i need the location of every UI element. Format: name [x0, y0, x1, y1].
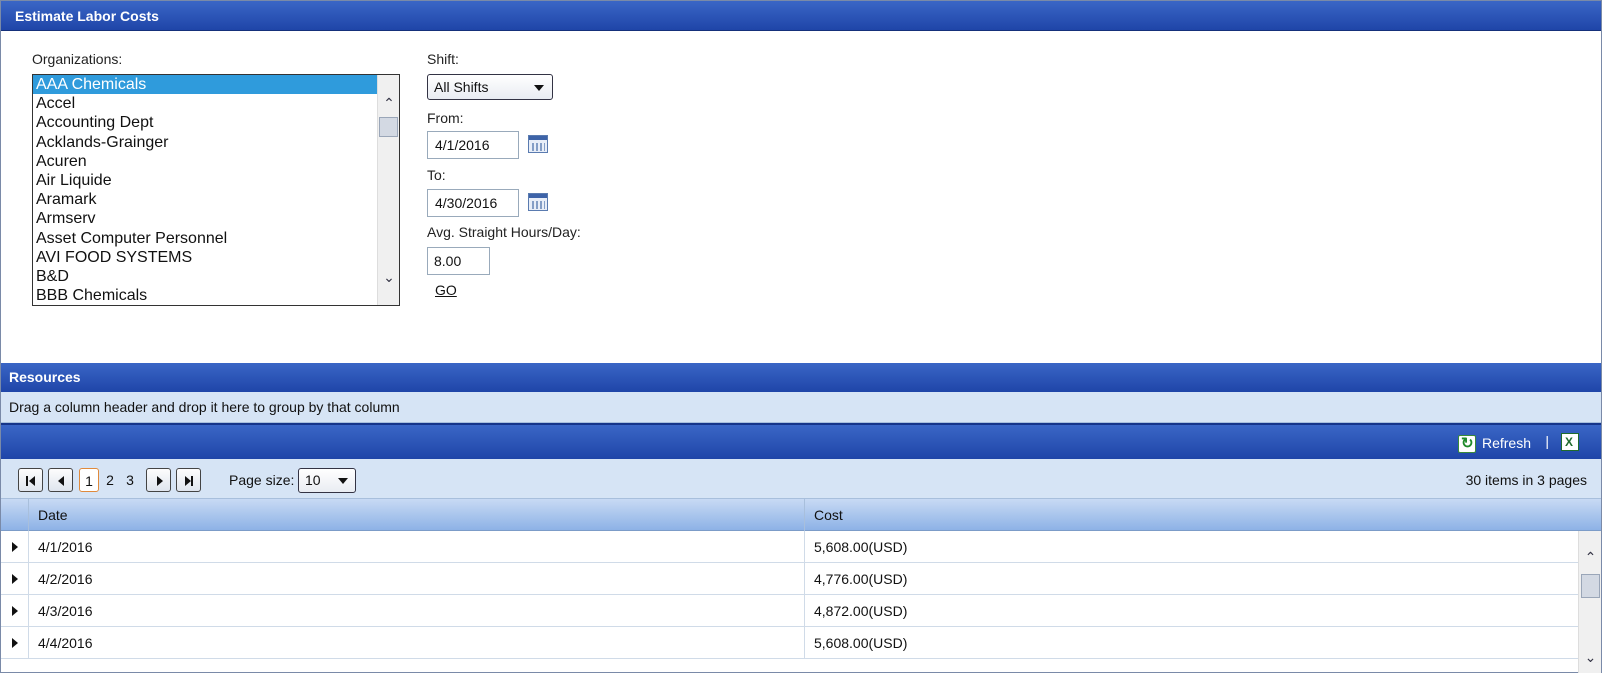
panel-title: Estimate Labor Costs — [1, 1, 1601, 31]
page-number[interactable]: 3 — [122, 468, 138, 492]
list-item[interactable]: AAA Chemicals — [33, 75, 379, 95]
refresh-label: Refresh — [1481, 435, 1531, 451]
group-panel[interactable]: Drag a column header and drop it here to… — [1, 392, 1601, 423]
list-item[interactable]: Aramark — [33, 190, 379, 209]
expand-row-icon[interactable] — [12, 574, 18, 584]
to-label: To: — [427, 167, 446, 183]
grid-title: Resources — [1, 363, 1601, 392]
list-item[interactable]: Acklands-Grainger — [33, 133, 379, 152]
list-item[interactable]: Accel — [33, 94, 379, 113]
window-frame: Estimate Labor Costs Organizations: AAA … — [0, 0, 1602, 673]
first-page-button[interactable] — [18, 468, 43, 492]
chevron-down-icon[interactable]: ⌄ — [378, 267, 399, 287]
grid-scrollbar[interactable]: ⌃ ⌄ — [1578, 531, 1601, 673]
organizations-label: Organizations: — [32, 51, 123, 67]
cell-cost: 5,608.00(USD) — [804, 531, 1578, 563]
last-page-button[interactable] — [176, 468, 201, 492]
organizations-listbox[interactable]: AAA Chemicals Accel Accounting Dept Ackl… — [32, 74, 400, 306]
list-item[interactable]: Armserv — [33, 209, 379, 228]
cell-cost: 4,776.00(USD) — [804, 563, 1578, 595]
shift-value: All Shifts — [434, 79, 489, 95]
hours-label: Avg. Straight Hours/Day: — [427, 224, 581, 240]
table-row[interactable]: 4/1/2016 5,608.00(USD) — [1, 531, 1578, 563]
pager: 1 2 3 Page size: 10 30 items in 3 pages — [1, 459, 1601, 499]
list-item[interactable]: AVI FOOD SYSTEMS — [33, 248, 379, 267]
items-info: 30 items in 3 pages — [1465, 472, 1587, 488]
page-size-label: Page size: — [229, 472, 295, 488]
list-item[interactable]: B&D — [33, 267, 379, 286]
list-item[interactable]: Asset Computer Personnel — [33, 229, 379, 248]
cell-cost: 5,608.00(USD) — [804, 627, 1578, 659]
expand-row-icon[interactable] — [12, 606, 18, 616]
list-item[interactable]: Acuren — [33, 152, 379, 171]
table-row[interactable]: 4/2/2016 4,776.00(USD) — [1, 563, 1578, 595]
organizations-list: AAA Chemicals Accel Accounting Dept Ackl… — [33, 75, 379, 305]
shift-label: Shift: — [427, 51, 459, 67]
chevron-down-icon[interactable]: ⌄ — [1579, 649, 1602, 666]
calendar-icon[interactable] — [528, 135, 548, 153]
scroll-thumb[interactable] — [379, 117, 398, 137]
prev-page-button[interactable] — [48, 468, 73, 492]
list-item[interactable]: Accounting Dept — [33, 113, 379, 132]
cell-date: 4/2/2016 — [28, 563, 804, 595]
chevron-up-icon[interactable]: ⌃ — [378, 93, 399, 113]
table-body: 4/1/2016 5,608.00(USD) 4/2/2016 4,776.00… — [1, 531, 1578, 673]
organizations-scrollbar[interactable]: ⌃ ⌄ — [377, 75, 399, 305]
page-size-value: 10 — [305, 472, 321, 488]
page-number-current[interactable]: 1 — [79, 468, 99, 492]
caret-down-icon — [338, 478, 348, 484]
table-row[interactable]: 4/3/2016 4,872.00(USD) — [1, 595, 1578, 627]
table-row[interactable]: 4/4/2016 5,608.00(USD) — [1, 627, 1578, 659]
to-date-input[interactable]: 4/30/2016 — [427, 189, 519, 217]
excel-export-icon[interactable] — [1561, 433, 1579, 451]
cell-cost: 4,872.00(USD) — [804, 595, 1578, 627]
grid-toolbar: Refresh | — [1, 423, 1601, 459]
list-item[interactable]: BBB Chemicals — [33, 286, 379, 305]
calendar-icon[interactable] — [528, 193, 548, 211]
from-date-input[interactable]: 4/1/2016 — [427, 131, 519, 159]
shift-select[interactable]: All Shifts — [427, 74, 553, 100]
expand-row-icon[interactable] — [12, 638, 18, 648]
expand-row-icon[interactable] — [12, 542, 18, 552]
go-link[interactable]: GO — [435, 282, 457, 298]
cell-date: 4/3/2016 — [28, 595, 804, 627]
column-header-cost[interactable]: Cost — [804, 499, 1578, 531]
list-item[interactable]: Air Liquide — [33, 171, 379, 190]
cell-date: 4/4/2016 — [28, 627, 804, 659]
table-header: Date Cost — [1, 499, 1601, 531]
refresh-button[interactable]: Refresh — [1457, 433, 1531, 454]
cell-date: 4/1/2016 — [28, 531, 804, 563]
chevron-up-icon[interactable]: ⌃ — [1579, 549, 1602, 566]
page-size-select[interactable]: 10 — [298, 468, 356, 493]
scroll-thumb[interactable] — [1581, 574, 1600, 598]
refresh-icon — [1457, 434, 1476, 454]
next-page-button[interactable] — [146, 468, 171, 492]
toolbar-separator: | — [1545, 433, 1549, 449]
caret-down-icon — [534, 85, 544, 91]
page-number[interactable]: 2 — [102, 468, 118, 492]
column-header-date[interactable]: Date — [28, 499, 804, 531]
hours-input[interactable]: 8.00 — [427, 247, 490, 275]
from-label: From: — [427, 110, 464, 126]
